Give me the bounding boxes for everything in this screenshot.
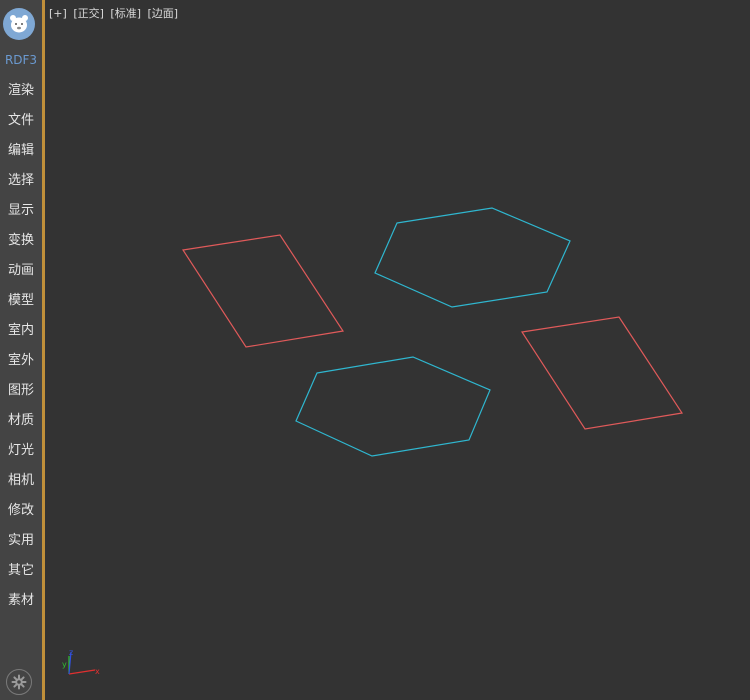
brand-label: RDF3 bbox=[4, 53, 38, 67]
menu-item-other[interactable]: 其它 bbox=[0, 556, 42, 580]
menu-item-camera[interactable]: 相机 bbox=[0, 466, 42, 490]
menu-item-assets[interactable]: 素材 bbox=[0, 586, 42, 610]
menu-item-animation[interactable]: 动画 bbox=[0, 256, 42, 280]
scene: x y z bbox=[62, 207, 684, 676]
menu-item-lights[interactable]: 灯光 bbox=[0, 436, 42, 460]
viewport-projection-label[interactable]: [正交] bbox=[73, 7, 104, 20]
bear-face-icon[interactable] bbox=[3, 8, 35, 40]
viewport-labels: [+] [正交] [标准] [边面] bbox=[49, 5, 181, 21]
gear-icon[interactable] bbox=[6, 669, 32, 695]
viewport-shading-label[interactable]: [标准] bbox=[110, 7, 141, 20]
axis-y-label: y bbox=[62, 660, 67, 669]
menu-item-interior[interactable]: 室内 bbox=[0, 316, 42, 340]
viewport-display-mode-label[interactable]: [边面] bbox=[148, 7, 179, 20]
menu-item-file[interactable]: 文件 bbox=[0, 106, 42, 130]
sidebar: RDF3 渲染 文件 编辑 选择 显示 变换 动画 模型 室内 室外 图形 材质… bbox=[0, 0, 45, 700]
menu-item-render[interactable]: 渲染 bbox=[0, 76, 42, 100]
menu-item-display[interactable]: 显示 bbox=[0, 196, 42, 220]
menu-item-transform[interactable]: 变换 bbox=[0, 226, 42, 250]
menu-item-utilities[interactable]: 实用 bbox=[0, 526, 42, 550]
viewport-menu-button[interactable]: [+] bbox=[49, 7, 67, 20]
hexagon-shape-bottom[interactable] bbox=[295, 356, 491, 457]
viewport[interactable]: [+] [正交] [标准] [边面] x y z bbox=[45, 0, 750, 700]
menu-item-model[interactable]: 模型 bbox=[0, 286, 42, 310]
axis-z-label: z bbox=[69, 648, 73, 657]
axis-gizmo: x y z bbox=[62, 648, 100, 676]
axis-x-label: x bbox=[95, 667, 100, 676]
rectangle-shape-right[interactable] bbox=[520, 316, 684, 430]
menu-item-edit[interactable]: 编辑 bbox=[0, 136, 42, 160]
menu-item-modify[interactable]: 修改 bbox=[0, 496, 42, 520]
menu-item-exterior[interactable]: 室外 bbox=[0, 346, 42, 370]
hexagon-shape-top[interactable] bbox=[374, 207, 571, 308]
menu-item-material[interactable]: 材质 bbox=[0, 406, 42, 430]
menu-item-select[interactable]: 选择 bbox=[0, 166, 42, 190]
rectangle-shape-left[interactable] bbox=[181, 234, 345, 348]
menu-item-shapes[interactable]: 图形 bbox=[0, 376, 42, 400]
